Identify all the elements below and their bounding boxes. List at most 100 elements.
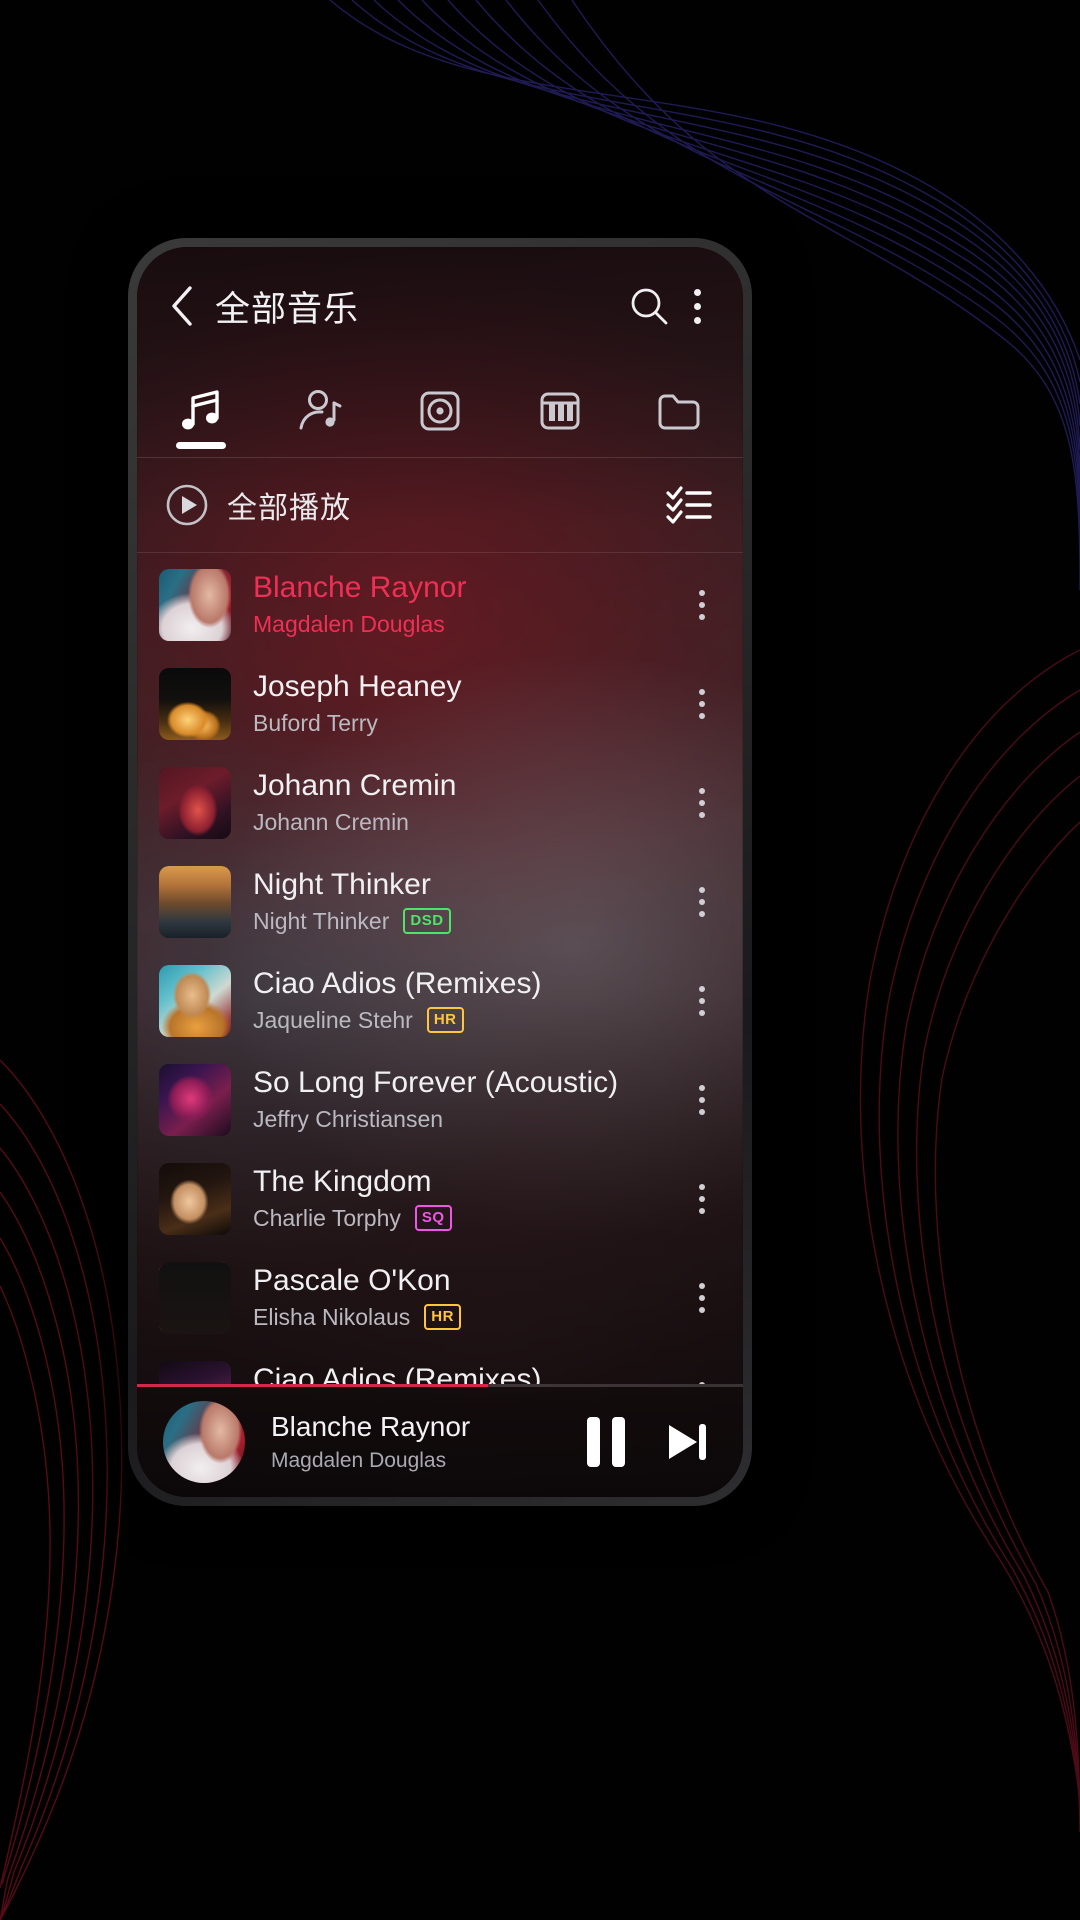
song-row[interactable]: Ciao Adios (Remixes) Jaqueline Stehr HR <box>137 951 743 1050</box>
song-row[interactable]: Joseph Heaney Buford Terry <box>137 654 743 753</box>
pause-button[interactable] <box>587 1417 625 1467</box>
song-overflow-button[interactable] <box>675 1362 729 1384</box>
play-all-toolbar: 全部播放 <box>137 458 743 552</box>
play-all-label: 全部播放 <box>227 492 351 525</box>
song-subtitle: Johann Cremin <box>253 809 675 836</box>
song-artwork <box>159 1360 231 1384</box>
song-artwork <box>159 568 231 641</box>
song-artwork <box>159 1162 231 1235</box>
song-artwork <box>159 667 231 740</box>
song-meta: Blanche Raynor Magdalen Douglas <box>253 571 675 638</box>
song-meta: Joseph Heaney Buford Terry <box>253 670 675 737</box>
song-subtitle: Night Thinker DSD <box>253 908 675 935</box>
play-all-button[interactable]: 全部播放 <box>165 483 351 527</box>
play-circle-icon <box>166 484 208 526</box>
song-subtitle: Magdalen Douglas <box>253 611 675 638</box>
song-artist: Buford Terry <box>253 709 378 736</box>
song-row[interactable]: Johann Cremin Johann Cremin <box>137 753 743 852</box>
song-meta: So Long Forever (Acoustic) Jeffry Christi… <box>253 1066 675 1133</box>
tab-songs[interactable] <box>141 365 261 457</box>
song-row[interactable]: The Kingdom Charlie Torphy SQ <box>137 1149 743 1248</box>
mini-player-artwork[interactable] <box>163 1401 245 1483</box>
artwork-image <box>159 568 231 641</box>
song-subtitle: Charlie Torphy SQ <box>253 1205 675 1232</box>
song-artwork <box>159 964 231 1037</box>
quality-badge: HR <box>426 1007 464 1034</box>
song-artist: Jaqueline Stehr <box>253 1006 413 1033</box>
song-row[interactable]: Blanche Raynor Magdalen Douglas <box>137 555 743 654</box>
phone-device-frame: 全部音乐 全部播放 Blanche Raynor Magdalen Dougla… <box>128 238 752 1506</box>
tab-genres[interactable] <box>500 365 620 457</box>
multi-select-button[interactable] <box>661 481 717 529</box>
song-row[interactable]: So Long Forever (Acoustic) Jeffry Christi… <box>137 1050 743 1149</box>
song-overflow-button[interactable] <box>675 669 729 739</box>
song-artist: Magdalen Douglas <box>253 610 445 637</box>
overflow-menu-icon <box>699 886 705 917</box>
skip-next-icon <box>669 1424 706 1460</box>
song-overflow-button[interactable] <box>675 1164 729 1234</box>
overflow-menu-icon <box>699 688 705 719</box>
overflow-menu-icon <box>699 1084 705 1115</box>
mini-player-artist: Magdalen Douglas <box>271 1449 447 1472</box>
song-artist: Charlie Torphy <box>253 1204 401 1231</box>
tab-active-indicator <box>175 442 226 449</box>
song-row[interactable]: Ciao Adios (Remixes)Willis Osinski <box>137 1347 743 1384</box>
song-artwork <box>159 766 231 839</box>
song-title: The Kingdom <box>253 1165 432 1199</box>
song-list[interactable]: Blanche Raynor Magdalen Douglas Joseph Hea… <box>137 553 743 1384</box>
song-overflow-button[interactable] <box>675 768 729 838</box>
album-disc-icon <box>420 391 460 431</box>
quality-badge: SQ <box>414 1205 452 1232</box>
music-note-icon <box>181 390 219 430</box>
overflow-menu-button[interactable] <box>677 278 717 334</box>
song-row[interactable]: Pascale O'Kon Elisha Nikolaus HR <box>137 1248 743 1347</box>
song-subtitle: Jeffry Christiansen <box>253 1106 675 1133</box>
song-artist: Jeffry Christiansen <box>253 1105 444 1132</box>
checklist-icon <box>666 486 712 524</box>
tab-albums[interactable] <box>380 365 500 457</box>
chevron-left-icon <box>172 286 192 326</box>
song-title: Johann Cremin <box>253 769 457 803</box>
song-meta: Pascale O'Kon Elisha Nikolaus HR <box>253 1264 675 1331</box>
overflow-menu-icon <box>693 288 701 324</box>
artwork-image <box>159 1162 231 1235</box>
search-icon <box>631 288 668 325</box>
song-overflow-button[interactable] <box>675 966 729 1036</box>
mini-player-meta: Blanche Raynor Magdalen Douglas <box>271 1411 571 1473</box>
song-title: Pascale O'Kon <box>253 1264 451 1298</box>
artwork-image <box>159 1360 231 1384</box>
artwork-image <box>159 667 231 740</box>
song-meta: Johann Cremin Johann Cremin <box>253 769 675 836</box>
song-meta: The Kingdom Charlie Torphy SQ <box>253 1165 675 1232</box>
next-track-button[interactable] <box>659 1415 713 1469</box>
song-subtitle: Elisha Nikolaus HR <box>253 1304 675 1331</box>
song-meta: Ciao Adios (Remixes) Jaqueline Stehr HR <box>253 967 675 1034</box>
overflow-menu-icon <box>699 589 705 620</box>
song-title: Night Thinker <box>253 868 431 902</box>
song-overflow-button[interactable] <box>675 1263 729 1333</box>
song-row[interactable]: Night Thinker Night Thinker DSD <box>137 852 743 951</box>
back-button[interactable] <box>159 283 205 329</box>
song-subtitle: Buford Terry <box>253 710 675 737</box>
phone-screen: 全部音乐 全部播放 Blanche Raynor Magdalen Dougla… <box>137 247 743 1497</box>
pause-icon <box>587 1417 625 1467</box>
song-overflow-button[interactable] <box>675 1065 729 1135</box>
overflow-menu-icon <box>699 787 705 818</box>
mini-player-bar[interactable]: Blanche Raynor Magdalen Douglas <box>137 1387 743 1497</box>
song-overflow-button[interactable] <box>675 867 729 937</box>
playback-progress-bar[interactable] <box>137 1384 743 1387</box>
artwork-image <box>159 865 231 938</box>
tab-folders[interactable] <box>619 365 739 457</box>
overflow-menu-icon <box>699 1183 705 1214</box>
song-title: So Long Forever (Acoustic) <box>253 1066 619 1100</box>
tab-artists[interactable] <box>261 365 381 457</box>
artwork-image <box>159 1063 231 1136</box>
search-button[interactable] <box>621 278 677 334</box>
piano-keys-icon <box>540 392 580 430</box>
song-title: Ciao Adios (Remixes) <box>253 1363 542 1384</box>
overflow-menu-icon <box>699 1282 705 1313</box>
song-overflow-button[interactable] <box>675 570 729 640</box>
song-artist: Johann Cremin <box>253 808 409 835</box>
song-meta: Night Thinker Night Thinker DSD <box>253 868 675 935</box>
song-meta: Ciao Adios (Remixes)Willis Osinski <box>253 1363 675 1384</box>
